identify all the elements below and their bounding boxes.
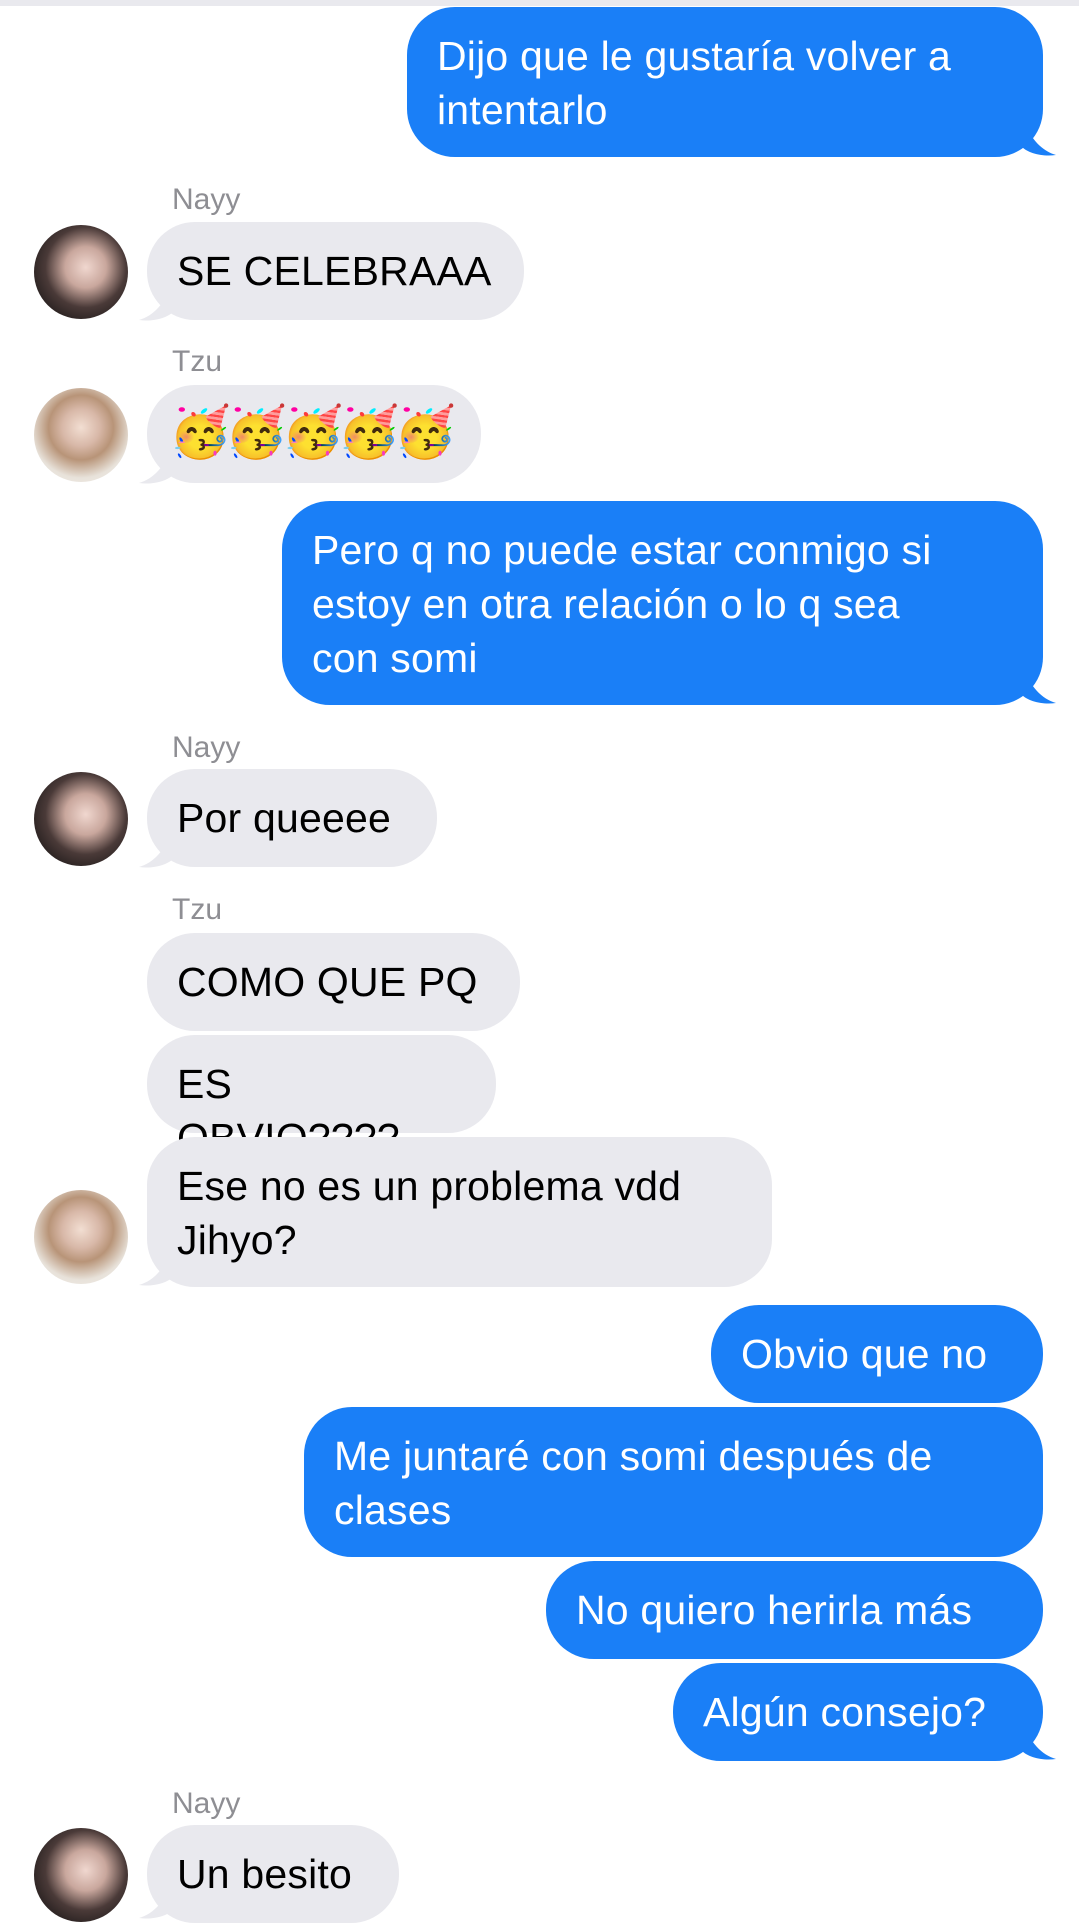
bubble-tail [139, 1247, 173, 1286]
top-divider [0, 0, 1079, 6]
avatar[interactable] [34, 388, 128, 482]
bubble-tail [1022, 117, 1056, 156]
incoming-message[interactable]: Ese no es un problema vdd Jihyo? [147, 1137, 772, 1287]
outgoing-message[interactable]: Me juntaré con somi después de clases [304, 1407, 1043, 1557]
incoming-message[interactable]: Un besito [147, 1825, 399, 1923]
avatar[interactable] [34, 772, 128, 866]
sender-name: Nayy [172, 731, 241, 764]
incoming-message[interactable]: SE CELEBRAAA [147, 222, 524, 320]
outgoing-message[interactable]: Pero q no puede estar conmigo si estoy e… [282, 501, 1043, 705]
sender-name: Tzu [172, 345, 223, 378]
sender-name: Nayy [172, 183, 241, 216]
sender-name: Tzu [172, 893, 223, 926]
incoming-message[interactable]: ES OBVIO???? [147, 1035, 496, 1161]
bubble-tail [139, 445, 173, 484]
outgoing-message[interactable]: Dijo que le gustaría volver a intentarlo [407, 7, 1043, 157]
bubble-tail [1022, 665, 1056, 704]
incoming-message[interactable]: Por queeee [147, 769, 437, 867]
outgoing-message[interactable]: Algún consejo? [673, 1663, 1043, 1761]
incoming-message[interactable]: 🥳🥳🥳🥳🥳 [147, 385, 481, 483]
avatar[interactable] [34, 1190, 128, 1284]
bubble-tail [139, 829, 173, 868]
bubble-tail [1022, 1721, 1056, 1760]
bubble-tail [139, 282, 173, 321]
sender-name: Nayy [172, 1787, 241, 1820]
avatar[interactable] [34, 1828, 128, 1922]
incoming-message[interactable]: COMO QUE PQ [147, 933, 520, 1031]
outgoing-message[interactable]: No quiero herirla más [546, 1561, 1043, 1659]
bubble-tail [139, 1880, 173, 1919]
outgoing-message[interactable]: Obvio que no [711, 1305, 1043, 1403]
avatar[interactable] [34, 225, 128, 319]
